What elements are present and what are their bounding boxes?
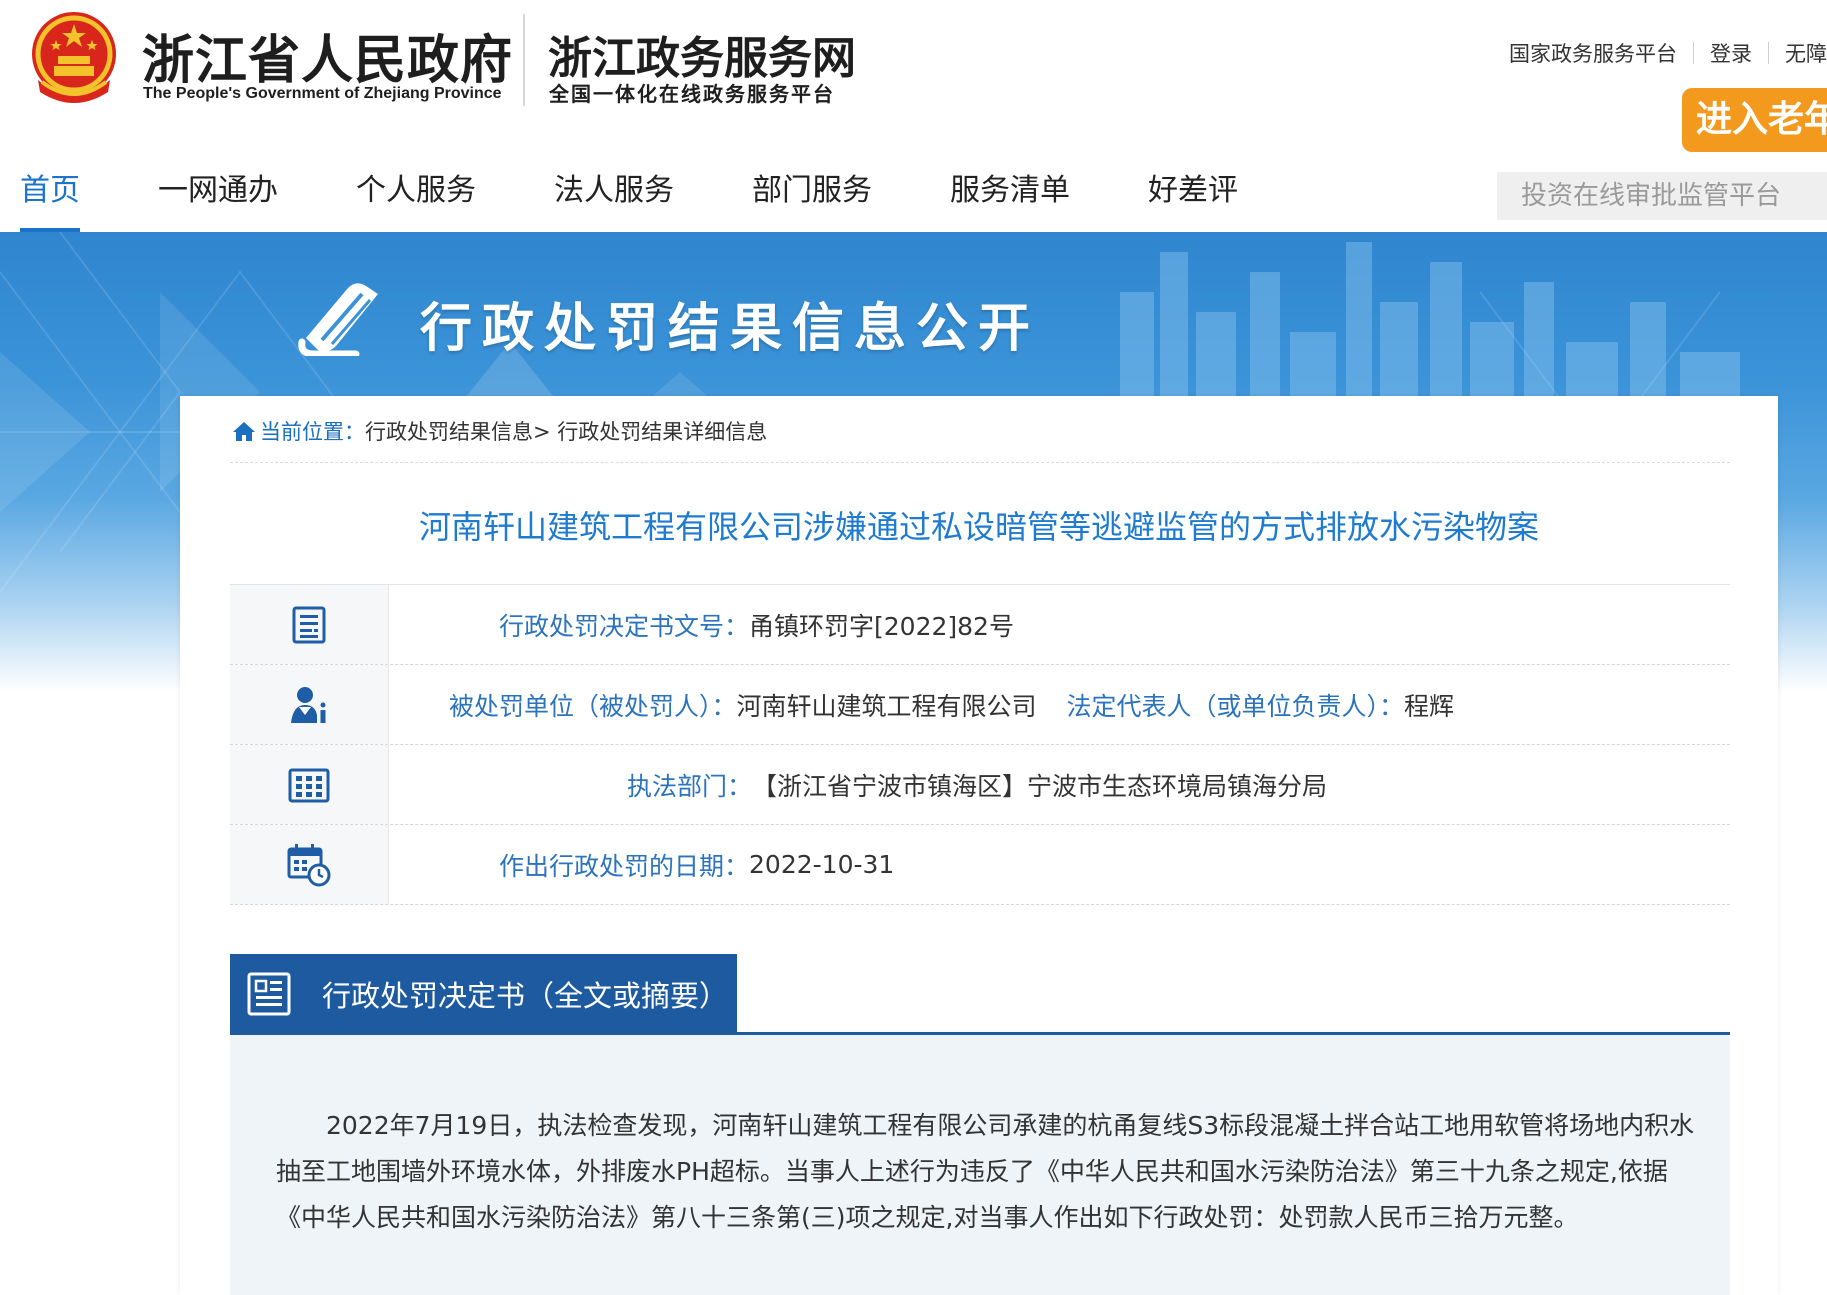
nav-item-home[interactable]: 首页 xyxy=(20,160,80,232)
decision-text: 2022年7月19日，执法检查发现，河南轩山建筑工程有限公司承建的杭甬复线S3标… xyxy=(276,1111,1695,1232)
document-number-value: 甬镇环罚字[2022]82号 xyxy=(749,611,1014,641)
nav-item-department[interactable]: 部门服务 xyxy=(752,160,872,232)
nav-item-legal-person[interactable]: 法人服务 xyxy=(554,160,674,232)
national-platform-link[interactable]: 国家政务服务平台 xyxy=(1509,38,1677,68)
nav-item-service-list[interactable]: 服务清单 xyxy=(950,160,1070,232)
breadcrumb-path[interactable]: 行政处罚结果信息> 行政处罚结果详细信息 xyxy=(365,416,767,446)
nav-item-one-stop[interactable]: 一网通办 xyxy=(158,160,278,232)
site-subtitle: 全国一体化在线政务服务平台 xyxy=(549,82,835,106)
document-list-icon xyxy=(292,606,326,643)
site-name[interactable]: 浙江政务服务网 xyxy=(548,22,856,86)
search-input[interactable]: 投资在线审批监管平台 xyxy=(1497,172,1827,220)
building-icon xyxy=(288,768,330,802)
enforcement-department-label: 执法部门： xyxy=(627,771,753,801)
penalty-date-label: 作出行政处罚的日期： xyxy=(499,851,750,881)
login-link[interactable]: 登录 xyxy=(1710,38,1752,68)
national-emblem-icon xyxy=(32,12,116,103)
breadcrumb: 当前位置： 行政处罚结果信息> 行政处罚结果详细信息 xyxy=(232,416,767,446)
info-row-enforcement-department: 执法部门： 【浙江省宁波市镇海区】宁波市生态环境局镇海分局 xyxy=(230,745,1730,825)
book-icon xyxy=(298,283,378,356)
decision-document-tab-label: 行政处罚决定书（全文或摘要） xyxy=(322,979,729,1013)
decision-document-body: 2022年7月19日，执法检查发现，河南轩山建筑工程有限公司承建的杭甬复线S3标… xyxy=(230,1035,1730,1295)
accessibility-link[interactable]: 无障 xyxy=(1785,38,1827,68)
enforcement-department-value: 【浙江省宁波市镇海区】宁波市生态环境局镇海分局 xyxy=(752,771,1328,801)
home-icon[interactable] xyxy=(232,420,256,442)
person-info-icon xyxy=(291,686,326,723)
legal-representative-value: 程辉 xyxy=(1404,691,1455,721)
main-nav: 首页 一网通办 个人服务 法人服务 部门服务 服务清单 好差评 xyxy=(0,160,1238,232)
info-row-document-number: 行政处罚决定书文号： 甬镇环罚字[2022]82号 xyxy=(230,585,1730,665)
government-name-english: The People's Government of Zhejiang Prov… xyxy=(143,85,502,102)
link-separator xyxy=(1768,42,1769,64)
header-divider xyxy=(523,14,525,106)
breadcrumb-current-label: 当前位置： xyxy=(260,420,365,444)
calendar-clock-icon xyxy=(287,843,331,886)
penalized-party-label: 被处罚单位（被处罚人）： xyxy=(449,691,737,721)
case-info-table: 行政处罚决定书文号： 甬镇环罚字[2022]82号 被处罚单位（被处罚人）： 河… xyxy=(230,584,1730,905)
legal-representative-label: 法定代表人（或单位负责人）： xyxy=(1066,691,1405,721)
penalized-party-value: 河南轩山建筑工程有限公司 xyxy=(736,691,1037,721)
info-row-penalized-party: 被处罚单位（被处罚人）： 河南轩山建筑工程有限公司 法定代表人（或单位负责人）：… xyxy=(230,665,1730,745)
breadcrumb-divider xyxy=(230,462,1730,463)
decision-document-tab[interactable]: 行政处罚决定书（全文或摘要） xyxy=(230,954,737,1034)
info-row-penalty-date: 作出行政处罚的日期： 2022-10-31 xyxy=(230,825,1730,905)
banner-title: 行政处罚结果信息公开 xyxy=(420,298,1041,359)
case-title: 河南轩山建筑工程有限公司涉嫌通过私设暗管等逃避监管的方式排放水污染物案 xyxy=(418,508,1539,546)
top-links: 国家政务服务平台 登录 无障 xyxy=(1509,38,1827,68)
penalty-date-value: 2022-10-31 xyxy=(749,850,895,879)
nav-item-personal[interactable]: 个人服务 xyxy=(356,160,476,232)
content-card: 当前位置： 行政处罚结果信息> 行政处罚结果详细信息 河南轩山建筑工程有限公司涉… xyxy=(180,396,1778,1295)
document-icon xyxy=(247,972,291,1016)
link-separator xyxy=(1693,42,1694,64)
document-number-label: 行政处罚决定书文号： xyxy=(499,611,750,641)
government-name: 浙江省人民政府 xyxy=(142,30,514,91)
elder-mode-button[interactable]: 进入老年 xyxy=(1682,88,1827,152)
site-header: 浙江省人民政府 The People's Government of Zheji… xyxy=(0,0,1827,232)
nav-item-rating[interactable]: 好差评 xyxy=(1148,160,1238,232)
